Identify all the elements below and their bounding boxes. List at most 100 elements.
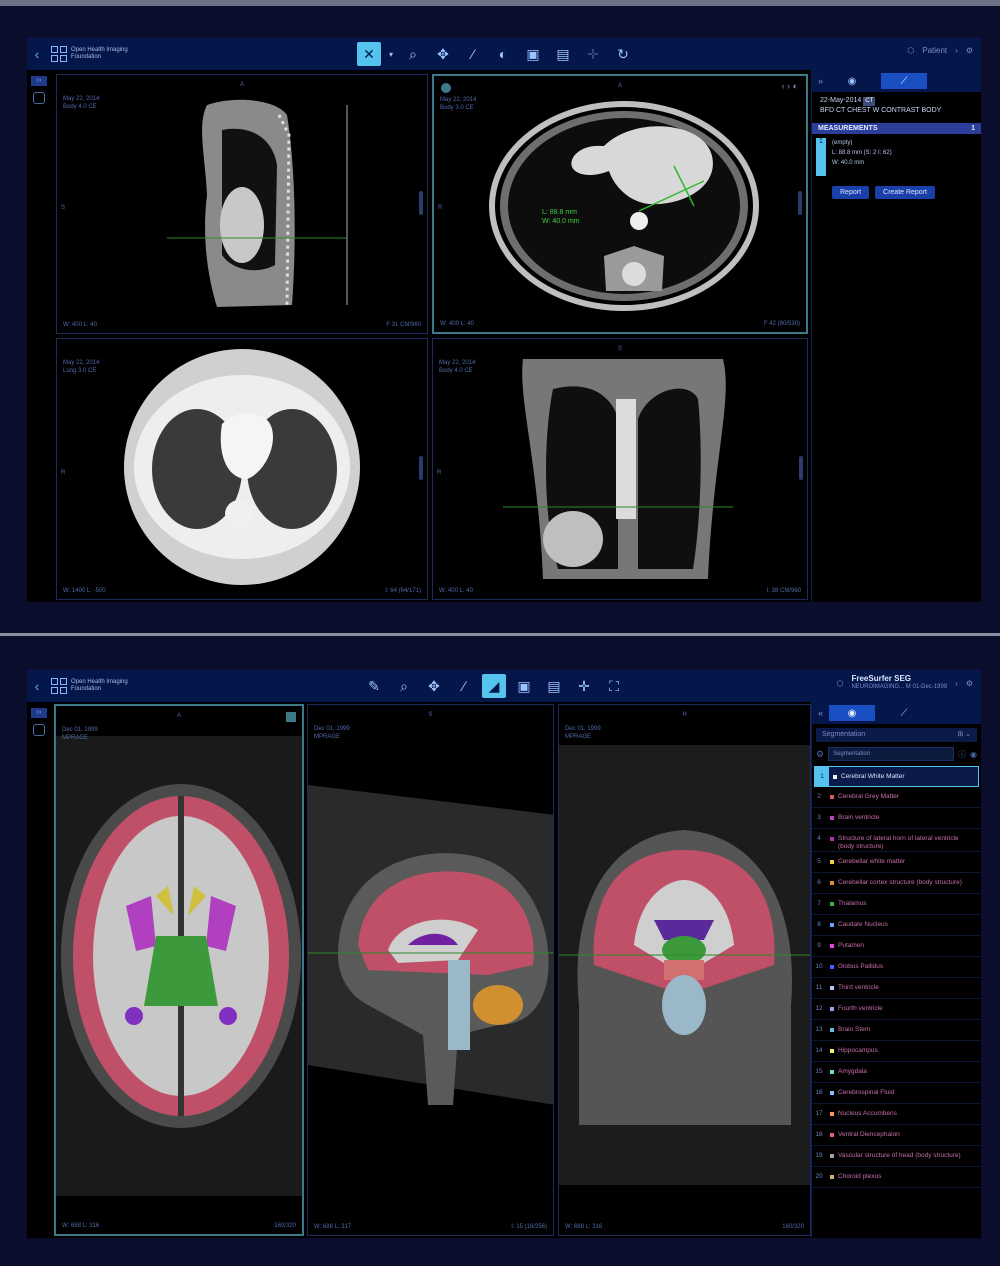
tab-measurements[interactable]: ⟋ — [881, 73, 928, 89]
chevron-icon[interactable]: › — [955, 46, 958, 55]
crosshair-icon[interactable]: ✛ — [572, 674, 596, 698]
hand-icon[interactable] — [33, 724, 45, 736]
segment-label: Ventral Diencephalon — [838, 1131, 900, 1138]
segment-row[interactable]: 13 Brain Stem — [812, 1020, 981, 1041]
segment-number: 1 — [815, 767, 829, 786]
viewport-lung[interactable]: May 22, 2014 Lung 3.0 CE R W: 1400 L: -50… — [56, 338, 428, 600]
segment-row[interactable]: 5 Cerebellar white matter — [812, 852, 981, 873]
expand-icon[interactable]: ›› — [31, 708, 47, 718]
tab-measurements[interactable]: ⟋ — [881, 705, 927, 721]
window-level-icon[interactable]: ∕ — [452, 674, 476, 698]
segment-row[interactable]: 9 Putamen — [812, 936, 981, 957]
segment-row[interactable]: 15 Amygdala — [812, 1062, 981, 1083]
window-level: W: 400 L: 40 — [439, 588, 473, 594]
viewport-axial[interactable]: A May 22, 2014 Body 3.0 CE L: 88.8 mm W: … — [432, 74, 808, 334]
expand-icon[interactable]: ›› — [31, 76, 47, 86]
segment-row[interactable]: 2 Cerebral Grey Matter — [812, 787, 981, 808]
segment-row[interactable]: 16 Cerebrospinal Fluid — [812, 1083, 981, 1104]
scrollbar[interactable] — [798, 191, 802, 216]
back-icon[interactable]: ‹ — [27, 46, 47, 62]
segment-row[interactable]: 19 Vascular structure of head (body struc… — [812, 1146, 981, 1167]
viewport-nav-icon[interactable]: ‹ › ◐ — [782, 82, 798, 91]
segment-row[interactable]: 8 Caudate Nucleus — [812, 915, 981, 936]
measurement-annotation[interactable]: L: 88.8 mm W: 40.0 mm — [542, 208, 580, 226]
settings-icon[interactable]: ⚙ — [966, 46, 973, 55]
viewport-brain-sagittal[interactable]: S Dec 01, 1999 MPRAGE W: 688 L: 317 I: 15… — [307, 704, 554, 1236]
mri-segmentation-viewer: ‹ Open Health Imaging Foundation ✎ ⌕ ✥ ∕… — [27, 670, 981, 1238]
create-report-button[interactable]: Create Report — [875, 186, 935, 199]
brush-icon[interactable]: ◢ — [482, 674, 506, 698]
fullscreen-icon[interactable]: ⛶ — [602, 674, 626, 698]
segment-row[interactable]: 1 Cerebral White Matter — [814, 766, 979, 787]
segment-row[interactable]: 4 Structure of lateral horn of lateral ve… — [812, 829, 981, 852]
tab-segmentation[interactable]: ◉ — [829, 705, 876, 721]
reset-icon[interactable]: ↻ — [611, 42, 635, 66]
segment-row[interactable]: 18 Ventral Diencephalon — [812, 1125, 981, 1146]
study-date: May 22, 2014 — [439, 360, 476, 366]
report-button[interactable]: Report — [832, 186, 870, 199]
measure-tool-icon[interactable]: ✕ — [357, 42, 381, 66]
patient-label[interactable]: Patient — [922, 46, 947, 55]
scrollbar[interactable] — [419, 191, 423, 216]
zoom-icon[interactable]: ⌕ — [392, 674, 416, 698]
segment-label: Cerebral White Matter — [841, 773, 905, 780]
settings-icon[interactable]: ⚙ — [966, 679, 973, 688]
crosshair-icon[interactable]: ✛ — [581, 42, 605, 66]
segment-row[interactable]: 7 Thalamus — [812, 894, 981, 915]
segment-label: Cerebellar white matter — [838, 858, 906, 865]
settings-icon[interactable]: ⚙ — [816, 749, 824, 760]
viewport-coronal[interactable]: S May 22, 2014 Body 4.0 CE R W: 400 L: 40… — [432, 338, 808, 600]
measurements-header[interactable]: MEASUREMENTS 1 — [812, 123, 981, 134]
side-marker: S — [61, 205, 66, 211]
segment-row[interactable]: 20 Choroid plexus — [812, 1167, 981, 1188]
zoom-icon[interactable]: ⌕ — [401, 42, 425, 66]
segmentation-dropdown[interactable]: Segmentation — [828, 747, 955, 761]
viewport-brain-coronal[interactable]: H Dec 01, 1999 MPRAGE W: 688 L: 316 160/3… — [558, 704, 811, 1236]
segment-row[interactable]: 11 Third ventricle — [812, 978, 981, 999]
chevron-icon[interactable]: › — [955, 679, 958, 688]
back-icon[interactable]: ‹ — [27, 678, 47, 694]
segment-number: 2 — [817, 793, 821, 800]
pan-icon[interactable]: ✥ — [431, 42, 455, 66]
patient-icon[interactable]: ⬡ — [907, 46, 914, 55]
logo: Open Health Imaging Foundation — [51, 46, 151, 62]
segment-label: Cerebellar cortex structure (body struct… — [838, 879, 962, 886]
brain-sagittal-image — [308, 785, 553, 1105]
toolbar: ‹ Open Health Imaging Foundation ✕ ▾ ⌕ ✥… — [27, 38, 981, 70]
segment-row[interactable]: 6 Cerebellar cortex structure (body struc… — [812, 873, 981, 894]
chevron-down-icon[interactable]: ▾ — [387, 42, 395, 66]
segment-row[interactable]: 14 Hippocampus — [812, 1041, 981, 1062]
pencil-icon[interactable]: ✎ — [362, 674, 386, 698]
segmentation-title[interactable]: FreeSurfer SEG NEUROIMAGING... M 01-Dec-… — [851, 674, 947, 692]
layout-icon[interactable]: ▤ — [542, 674, 566, 698]
measurement-item[interactable]: 1 (empty) L: 88.8 mm (S: 2 I: 62) W: 40.… — [816, 138, 977, 176]
layout-icon[interactable]: ▤ — [551, 42, 575, 66]
collapse-icon[interactable]: « — [818, 708, 823, 718]
eye-icon[interactable]: ◉ — [970, 750, 977, 759]
segment-row[interactable]: 17 Nucleus Accumbens — [812, 1104, 981, 1125]
viewport-brain-axial[interactable]: A Dec 01, 1999 MPRAGE W: 688 L: 316 160/3… — [54, 704, 304, 1236]
hand-icon[interactable] — [33, 92, 45, 104]
window-level: W: 400 L: 40 — [63, 322, 97, 328]
camera-icon[interactable]: ▣ — [521, 42, 545, 66]
tab-segmentation[interactable]: ◉ — [829, 73, 875, 89]
info-icon[interactable]: ⓘ — [958, 749, 966, 760]
series-name: Body 3.0 CE — [440, 105, 474, 111]
contrast-icon[interactable]: ◐ — [491, 42, 515, 66]
viewport-sagittal[interactable]: A May 22, 2014 Body 4.0 CE S W: 400 L: 40… — [56, 74, 428, 334]
collapse-icon[interactable]: » — [818, 76, 823, 86]
patient-icon[interactable]: ⬡ — [836, 679, 843, 688]
segment-number: 7 — [817, 900, 821, 907]
segment-row[interactable]: 12 Fourth ventricle — [812, 999, 981, 1020]
segment-label: Choroid plexus — [838, 1173, 882, 1180]
window-level-icon[interactable]: ∕ — [461, 42, 485, 66]
segmentation-header[interactable]: Segmentation ⊞ ⌄ — [816, 728, 977, 742]
study-summary[interactable]: 22-May-2014 CT BFD CT CHEST W CONTRAST B… — [812, 92, 981, 119]
scrollbar[interactable] — [799, 456, 803, 480]
segment-row[interactable]: 10 Globus Pallidus — [812, 957, 981, 978]
segment-row[interactable]: 3 Brain ventricle — [812, 808, 981, 829]
scrollbar[interactable] — [419, 456, 423, 480]
pan-icon[interactable]: ✥ — [422, 674, 446, 698]
camera-icon[interactable]: ▣ — [512, 674, 536, 698]
header-controls-icon[interactable]: ⊞ ⌄ — [957, 728, 971, 742]
